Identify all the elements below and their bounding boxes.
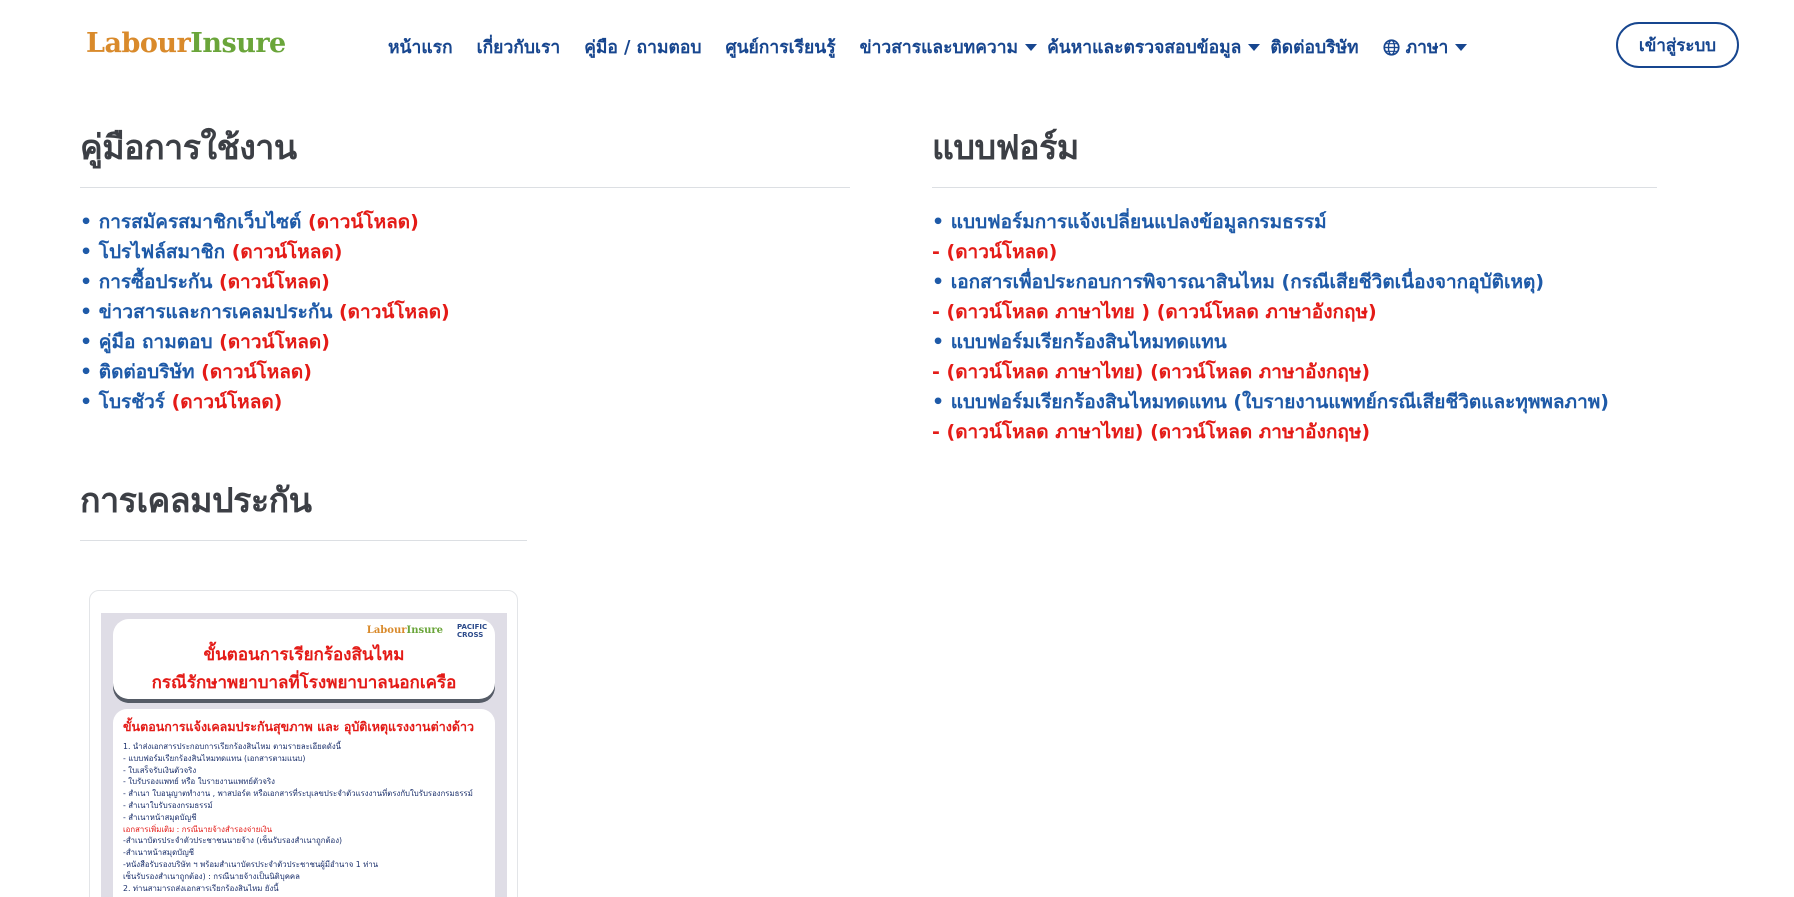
manual-item-label[interactable]: • ติดต่อบริษัท (80, 361, 195, 383)
list-item: • คู่มือ ถามตอบ (ดาวน์โหลด) (80, 327, 450, 357)
logo-text-labour: Labour (86, 28, 191, 59)
download-link[interactable]: (ดาวน์โหลด) (172, 391, 283, 413)
form-item-label[interactable]: • แบบฟอร์มเรียกร้องสินไหมทดแทน (932, 331, 1227, 353)
divider (932, 187, 1657, 188)
download-link[interactable]: (ดาวน์โหลด) (947, 241, 1058, 263)
poster-title-line2: กรณีรักษาพยาบาลที่โรงพยาบาลนอกเครือ (151, 673, 457, 693)
download-link[interactable]: (ดาวน์โหลด) (201, 361, 312, 383)
nav-manual-faq[interactable]: คู่มือ / ถามตอบ (584, 33, 701, 61)
download-link[interactable]: (ดาวน์โหลด) (232, 241, 343, 263)
poster-line: - ใบเสร็จรับเงินตัวจริง (123, 765, 197, 775)
main-nav: หน้าแรก เกี่ยวกับเรา คู่มือ / ถามตอบ ศูน… (388, 33, 1491, 61)
manual-section-title: คู่มือการใช้งาน (80, 128, 297, 168)
manual-item-label[interactable]: • การซื้อประกัน (80, 271, 212, 293)
chevron-down-icon (1455, 43, 1468, 51)
forms-list: • แบบฟอร์มการแจ้งเปลี่ยนแปลงข้อมูลกรมธรร… (932, 207, 1609, 447)
chevron-down-icon (1248, 43, 1261, 51)
manual-item-label[interactable]: • คู่มือ ถามตอบ (80, 331, 213, 353)
download-link[interactable]: (ดาวน์โหลด) (219, 271, 330, 293)
nav-home[interactable]: หน้าแรก (388, 33, 453, 61)
list-item: • แบบฟอร์มเรียกร้องสินไหมทดแทน (932, 327, 1609, 357)
poster-line: -สำเนาบัตรประจำตัวประชาชนนายจ้าง (เซ็นรั… (123, 836, 343, 846)
nav-search-label: ค้นหาและตรวจสอบข้อมูล (1047, 38, 1242, 58)
poster-line: -หนังสือรับรองบริษัท ฯ พร้อมสำเนาบัตรประ… (123, 859, 379, 869)
list-item: • การซื้อประกัน (ดาวน์โหลด) (80, 267, 450, 297)
poster-line: - แบบฟอร์มเรียกร้องสินไหมทดแทน (เอกสารตา… (123, 753, 306, 763)
list-item: • ติดต่อบริษัท (ดาวน์โหลด) (80, 357, 450, 387)
poster-line: -สำเนาหน้าสมุดบัญชี (123, 848, 195, 858)
nav-about[interactable]: เกี่ยวกับเรา (477, 33, 561, 61)
poster-line: 2. ท่านสามารถส่งเอกสารเรียกร้องสินไหม ยั… (123, 883, 279, 893)
download-thai-link[interactable]: (ดาวน์โหลด ภาษาไทย) (947, 421, 1144, 443)
download-link[interactable]: (ดาวน์โหลด) (219, 331, 330, 353)
manual-item-label[interactable]: • การสมัครสมาชิกเว็บไซต์ (80, 211, 301, 233)
poster-line: 1. นำส่งเอกสารประกอบการเรียกร้องสินไหม ต… (123, 742, 341, 751)
download-english-link[interactable]: (ดาวน์โหลด ภาษาอังกฤษ) (1150, 421, 1370, 443)
claim-poster-image: LabourInsure PACIFIC CROSS ขั้นตอนการเรี… (101, 613, 507, 897)
poster-logo: LabourInsure (367, 625, 443, 636)
poster-line: เซ็นรับรองสำเนาถูกต้อง) : กรณีนายจ้างเป็… (123, 871, 300, 881)
dash-prefix: - (932, 301, 947, 323)
list-item: • โบรชัวร์ (ดาวน์โหลด) (80, 387, 450, 417)
poster-logo-insure: Insure (406, 625, 443, 636)
poster-subtitle: ขั้นตอนการแจ้งเคลมประกันสุขภาพ และ อุบัต… (123, 719, 474, 734)
download-row: - (ดาวน์โหลด) (932, 237, 1609, 267)
nav-search-verify[interactable]: ค้นหาและตรวจสอบข้อมูล (1047, 33, 1261, 61)
forms-section-title: แบบฟอร์ม (932, 128, 1079, 168)
divider (80, 540, 527, 541)
list-item: • ข่าวสารและการเคลมประกัน (ดาวน์โหลด) (80, 297, 450, 327)
nav-language-label: ภาษา (1405, 38, 1449, 58)
nav-news-articles[interactable]: ข่าวสารและบทความ (859, 33, 1038, 61)
dash-prefix: - (932, 241, 947, 263)
poster-logo-labour: Labour (366, 625, 407, 636)
list-item: • แบบฟอร์มเรียกร้องสินไหมทดแทน (ใบรายงาน… (932, 387, 1609, 417)
form-item-label[interactable]: • เอกสารเพื่อประกอบการพิจารณาสินไหม (กรณ… (932, 271, 1544, 293)
poster-body: ขั้นตอนการแจ้งเคลมประกันสุขภาพ และ อุบัต… (113, 709, 495, 897)
manual-item-label[interactable]: • ข่าวสารและการเคลมประกัน (80, 301, 332, 323)
download-thai-link[interactable]: (ดาวน์โหลด ภาษาไทย ) (947, 301, 1151, 323)
list-item: • แบบฟอร์มการแจ้งเปลี่ยนแปลงข้อมูลกรมธรร… (932, 207, 1609, 237)
dash-prefix: - (932, 421, 947, 443)
logo-text-insure: Insure (190, 28, 286, 59)
download-link[interactable]: (ดาวน์โหลด) (339, 301, 450, 323)
claims-section-title: การเคลมประกัน (80, 481, 312, 521)
download-thai-link[interactable]: (ดาวน์โหลด ภาษาไทย) (947, 361, 1144, 383)
nav-learning-center[interactable]: ศูนย์การเรียนรู้ (725, 33, 835, 61)
divider (80, 187, 850, 188)
poster-line: เอกสารเพิ่มเติม : กรณีนายจ้างสำรองจ่ายเง… (123, 824, 273, 834)
poster-line: - สำเนา ใบอนุญาตทำงาน , พาสปอร์ต หรือเอก… (123, 789, 473, 799)
poster-line: - ใบรับรองแพทย์ หรือ ใบรายงานแพทย์ตัวจริ… (123, 777, 275, 787)
partner-logo: PACIFIC CROSS (457, 623, 488, 639)
manual-list: • การสมัครสมาชิกเว็บไซต์ (ดาวน์โหลด) • โ… (80, 207, 450, 417)
login-button[interactable]: เข้าสู่ระบบ (1616, 22, 1739, 68)
poster-header: LabourInsure PACIFIC CROSS ขั้นตอนการเรี… (113, 619, 495, 699)
download-row: - (ดาวน์โหลด ภาษาไทย ) (ดาวน์โหลด ภาษาอั… (932, 297, 1609, 327)
poster-line: - สำเนาใบรับรองกรมธรรม์ (123, 800, 213, 810)
poster-line: - สำเนาหน้าสมุดบัญชี (123, 812, 197, 822)
download-link[interactable]: (ดาวน์โหลด) (308, 211, 419, 233)
poster-title-line1: ขั้นตอนการเรียกร้องสินไหม (203, 645, 405, 665)
download-english-link[interactable]: (ดาวน์โหลด ภาษาอังกฤษ) (1157, 301, 1377, 323)
form-item-label[interactable]: • แบบฟอร์มเรียกร้องสินไหมทดแทน (ใบรายงาน… (932, 391, 1609, 413)
chevron-down-icon (1025, 43, 1038, 51)
top-navbar: LabourInsure หน้าแรก เกี่ยวกับเรา คู่มือ… (0, 0, 1794, 92)
list-item: • การสมัครสมาชิกเว็บไซต์ (ดาวน์โหลด) (80, 207, 450, 237)
dash-prefix: - (932, 361, 947, 383)
nav-contact[interactable]: ติดต่อบริษัท (1270, 33, 1358, 61)
nav-news-label: ข่าวสารและบทความ (859, 38, 1019, 58)
list-item: • โปรไฟล์สมาชิก (ดาวน์โหลด) (80, 237, 450, 267)
manual-item-label[interactable]: • โบรชัวร์ (80, 391, 165, 413)
globe-icon (1383, 38, 1400, 56)
manual-item-label[interactable]: • โปรไฟล์สมาชิก (80, 241, 225, 263)
download-row: - (ดาวน์โหลด ภาษาไทย) (ดาวน์โหลด ภาษาอัง… (932, 357, 1609, 387)
list-item: • เอกสารเพื่อประกอบการพิจารณาสินไหม (กรณ… (932, 267, 1609, 297)
download-row: - (ดาวน์โหลด ภาษาไทย) (ดาวน์โหลด ภาษาอัง… (932, 417, 1609, 447)
site-logo[interactable]: LabourInsure (86, 28, 286, 59)
nav-language[interactable]: ภาษา (1383, 33, 1468, 61)
form-item-label[interactable]: • แบบฟอร์มการแจ้งเปลี่ยนแปลงข้อมูลกรมธรร… (932, 211, 1327, 233)
download-english-link[interactable]: (ดาวน์โหลด ภาษาอังกฤษ) (1150, 361, 1370, 383)
claim-poster-card[interactable]: LabourInsure PACIFIC CROSS ขั้นตอนการเรี… (89, 590, 518, 897)
